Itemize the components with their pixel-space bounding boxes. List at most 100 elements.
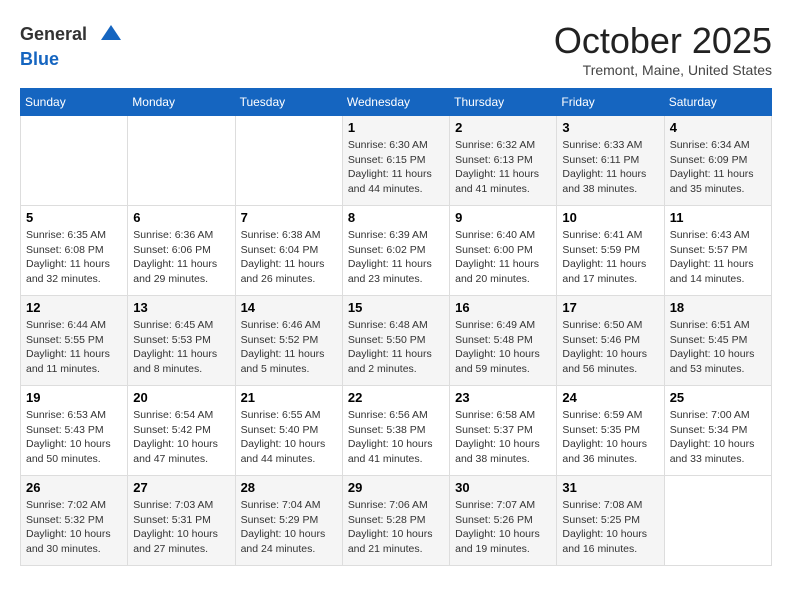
calendar-cell: 8 Sunrise: 6:39 AMSunset: 6:02 PMDaylight… xyxy=(342,206,449,296)
column-header-wednesday: Wednesday xyxy=(342,89,449,116)
column-header-sunday: Sunday xyxy=(21,89,128,116)
day-number: 1 xyxy=(348,120,444,135)
day-number: 25 xyxy=(670,390,766,405)
day-info: Sunrise: 6:41 AMSunset: 5:59 PMDaylight:… xyxy=(562,228,658,287)
calendar-cell: 10 Sunrise: 6:41 AMSunset: 5:59 PMDayligh… xyxy=(557,206,664,296)
day-number: 8 xyxy=(348,210,444,225)
calendar-cell xyxy=(235,116,342,206)
day-number: 6 xyxy=(133,210,229,225)
calendar-cell: 7 Sunrise: 6:38 AMSunset: 6:04 PMDaylight… xyxy=(235,206,342,296)
day-number: 3 xyxy=(562,120,658,135)
day-info: Sunrise: 6:32 AMSunset: 6:13 PMDaylight:… xyxy=(455,138,551,197)
day-number: 26 xyxy=(26,480,122,495)
page-header: General Blue October 2025 Tremont, Maine… xyxy=(20,20,772,78)
calendar-cell: 21 Sunrise: 6:55 AMSunset: 5:40 PMDayligh… xyxy=(235,386,342,476)
calendar-cell: 2 Sunrise: 6:32 AMSunset: 6:13 PMDaylight… xyxy=(450,116,557,206)
day-info: Sunrise: 7:03 AMSunset: 5:31 PMDaylight:… xyxy=(133,498,229,557)
day-info: Sunrise: 6:49 AMSunset: 5:48 PMDaylight:… xyxy=(455,318,551,377)
logo-general: General xyxy=(20,24,87,44)
calendar-cell: 9 Sunrise: 6:40 AMSunset: 6:00 PMDaylight… xyxy=(450,206,557,296)
day-info: Sunrise: 6:34 AMSunset: 6:09 PMDaylight:… xyxy=(670,138,766,197)
day-number: 28 xyxy=(241,480,337,495)
calendar-cell: 28 Sunrise: 7:04 AMSunset: 5:29 PMDayligh… xyxy=(235,476,342,566)
day-info: Sunrise: 6:44 AMSunset: 5:55 PMDaylight:… xyxy=(26,318,122,377)
calendar-cell: 25 Sunrise: 7:00 AMSunset: 5:34 PMDayligh… xyxy=(664,386,771,476)
day-number: 22 xyxy=(348,390,444,405)
day-number: 21 xyxy=(241,390,337,405)
day-number: 2 xyxy=(455,120,551,135)
title-area: October 2025 Tremont, Maine, United Stat… xyxy=(554,20,772,78)
day-number: 17 xyxy=(562,300,658,315)
day-info: Sunrise: 7:02 AMSunset: 5:32 PMDaylight:… xyxy=(26,498,122,557)
calendar-table: SundayMondayTuesdayWednesdayThursdayFrid… xyxy=(20,88,772,566)
day-info: Sunrise: 6:50 AMSunset: 5:46 PMDaylight:… xyxy=(562,318,658,377)
calendar-cell: 13 Sunrise: 6:45 AMSunset: 5:53 PMDayligh… xyxy=(128,296,235,386)
day-info: Sunrise: 6:56 AMSunset: 5:38 PMDaylight:… xyxy=(348,408,444,467)
calendar-week-row: 26 Sunrise: 7:02 AMSunset: 5:32 PMDayligh… xyxy=(21,476,772,566)
calendar-cell: 11 Sunrise: 6:43 AMSunset: 5:57 PMDayligh… xyxy=(664,206,771,296)
day-number: 27 xyxy=(133,480,229,495)
day-info: Sunrise: 7:07 AMSunset: 5:26 PMDaylight:… xyxy=(455,498,551,557)
day-number: 13 xyxy=(133,300,229,315)
calendar-cell: 23 Sunrise: 6:58 AMSunset: 5:37 PMDayligh… xyxy=(450,386,557,476)
day-number: 9 xyxy=(455,210,551,225)
calendar-cell: 5 Sunrise: 6:35 AMSunset: 6:08 PMDaylight… xyxy=(21,206,128,296)
calendar-week-row: 1 Sunrise: 6:30 AMSunset: 6:15 PMDaylight… xyxy=(21,116,772,206)
day-number: 11 xyxy=(670,210,766,225)
calendar-cell: 30 Sunrise: 7:07 AMSunset: 5:26 PMDayligh… xyxy=(450,476,557,566)
day-number: 7 xyxy=(241,210,337,225)
day-info: Sunrise: 7:04 AMSunset: 5:29 PMDaylight:… xyxy=(241,498,337,557)
month-title: October 2025 xyxy=(554,20,772,62)
calendar-cell: 1 Sunrise: 6:30 AMSunset: 6:15 PMDaylight… xyxy=(342,116,449,206)
calendar-week-row: 19Sunrise: 6:53 AMSunset: 5:43 PMDayligh… xyxy=(21,386,772,476)
calendar-cell: 24 Sunrise: 6:59 AMSunset: 5:35 PMDayligh… xyxy=(557,386,664,476)
day-info: Sunrise: 6:46 AMSunset: 5:52 PMDaylight:… xyxy=(241,318,337,377)
calendar-cell: 12 Sunrise: 6:44 AMSunset: 5:55 PMDayligh… xyxy=(21,296,128,386)
day-info: Sunrise: 6:48 AMSunset: 5:50 PMDaylight:… xyxy=(348,318,444,377)
calendar-week-row: 12 Sunrise: 6:44 AMSunset: 5:55 PMDayligh… xyxy=(21,296,772,386)
day-info: Sunrise: 6:53 AMSunset: 5:43 PMDaylight:… xyxy=(26,408,122,467)
calendar-cell: 29Sunrise: 7:06 AMSunset: 5:28 PMDayligh… xyxy=(342,476,449,566)
day-info: Sunrise: 6:45 AMSunset: 5:53 PMDaylight:… xyxy=(133,318,229,377)
day-info: Sunrise: 6:38 AMSunset: 6:04 PMDaylight:… xyxy=(241,228,337,287)
day-number: 10 xyxy=(562,210,658,225)
calendar-cell: 15Sunrise: 6:48 AMSunset: 5:50 PMDayligh… xyxy=(342,296,449,386)
day-number: 4 xyxy=(670,120,766,135)
calendar-cell: 6 Sunrise: 6:36 AMSunset: 6:06 PMDaylight… xyxy=(128,206,235,296)
day-number: 12 xyxy=(26,300,122,315)
column-header-friday: Friday xyxy=(557,89,664,116)
calendar-cell: 14 Sunrise: 6:46 AMSunset: 5:52 PMDayligh… xyxy=(235,296,342,386)
day-number: 20 xyxy=(133,390,229,405)
day-number: 5 xyxy=(26,210,122,225)
day-number: 16 xyxy=(455,300,551,315)
day-info: Sunrise: 7:00 AMSunset: 5:34 PMDaylight:… xyxy=(670,408,766,467)
column-header-tuesday: Tuesday xyxy=(235,89,342,116)
day-info: Sunrise: 6:43 AMSunset: 5:57 PMDaylight:… xyxy=(670,228,766,287)
day-info: Sunrise: 6:59 AMSunset: 5:35 PMDaylight:… xyxy=(562,408,658,467)
day-number: 14 xyxy=(241,300,337,315)
calendar-cell: 31 Sunrise: 7:08 AMSunset: 5:25 PMDayligh… xyxy=(557,476,664,566)
day-info: Sunrise: 6:36 AMSunset: 6:06 PMDaylight:… xyxy=(133,228,229,287)
calendar-cell: 18 Sunrise: 6:51 AMSunset: 5:45 PMDayligh… xyxy=(664,296,771,386)
day-info: Sunrise: 6:58 AMSunset: 5:37 PMDaylight:… xyxy=(455,408,551,467)
day-number: 24 xyxy=(562,390,658,405)
calendar-cell xyxy=(21,116,128,206)
calendar-cell: 16 Sunrise: 6:49 AMSunset: 5:48 PMDayligh… xyxy=(450,296,557,386)
day-number: 23 xyxy=(455,390,551,405)
day-info: Sunrise: 6:40 AMSunset: 6:00 PMDaylight:… xyxy=(455,228,551,287)
column-header-monday: Monday xyxy=(128,89,235,116)
column-header-saturday: Saturday xyxy=(664,89,771,116)
day-number: 31 xyxy=(562,480,658,495)
day-info: Sunrise: 6:55 AMSunset: 5:40 PMDaylight:… xyxy=(241,408,337,467)
day-info: Sunrise: 7:08 AMSunset: 5:25 PMDaylight:… xyxy=(562,498,658,557)
calendar-cell: 17 Sunrise: 6:50 AMSunset: 5:46 PMDayligh… xyxy=(557,296,664,386)
calendar-cell: 4 Sunrise: 6:34 AMSunset: 6:09 PMDaylight… xyxy=(664,116,771,206)
day-number: 30 xyxy=(455,480,551,495)
logo: General Blue xyxy=(20,20,126,70)
day-number: 29 xyxy=(348,480,444,495)
day-number: 18 xyxy=(670,300,766,315)
day-info: Sunrise: 6:30 AMSunset: 6:15 PMDaylight:… xyxy=(348,138,444,197)
day-info: Sunrise: 6:35 AMSunset: 6:08 PMDaylight:… xyxy=(26,228,122,287)
day-info: Sunrise: 6:51 AMSunset: 5:45 PMDaylight:… xyxy=(670,318,766,377)
day-info: Sunrise: 6:39 AMSunset: 6:02 PMDaylight:… xyxy=(348,228,444,287)
